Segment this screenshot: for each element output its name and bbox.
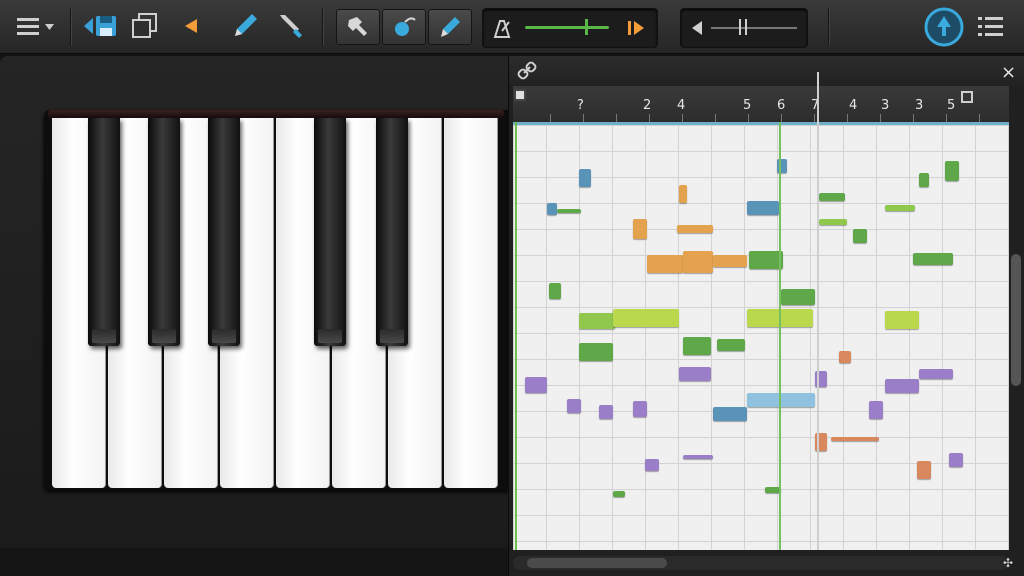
save-icon[interactable] xyxy=(82,10,120,42)
note[interactable] xyxy=(717,339,745,351)
black-key[interactable] xyxy=(148,118,180,346)
marker-icon xyxy=(441,17,460,37)
close-button[interactable]: × xyxy=(1001,62,1016,83)
black-key[interactable] xyxy=(314,118,346,346)
timeline-ruler[interactable]: ? 2 4 5 6 7 4 3 3 5 xyxy=(513,86,1009,122)
black-key[interactable] xyxy=(88,118,120,346)
note[interactable] xyxy=(579,313,615,329)
note[interactable] xyxy=(633,401,647,417)
volume-slider-handle[interactable] xyxy=(739,19,747,35)
toolbar xyxy=(0,0,1024,54)
metronome-icon[interactable] xyxy=(487,12,517,44)
note[interactable] xyxy=(819,219,847,225)
note[interactable] xyxy=(613,491,625,497)
note[interactable] xyxy=(885,379,919,393)
play-end-icon[interactable] xyxy=(621,12,651,44)
horizontal-scrollbar-thumb[interactable] xyxy=(527,558,667,568)
bottom-strip xyxy=(0,548,508,576)
ruler-label: 2 xyxy=(643,98,652,113)
note[interactable] xyxy=(945,161,959,181)
note[interactable] xyxy=(679,367,711,381)
note[interactable] xyxy=(579,343,613,361)
note[interactable] xyxy=(633,219,647,239)
resize-icon[interactable]: ✣ xyxy=(1003,556,1013,570)
note[interactable] xyxy=(579,169,591,187)
loop-start-line xyxy=(515,122,517,550)
note[interactable] xyxy=(547,203,557,215)
note[interactable] xyxy=(747,393,815,407)
note[interactable] xyxy=(913,253,953,265)
note[interactable] xyxy=(599,405,613,419)
note[interactable] xyxy=(853,229,867,243)
white-key[interactable] xyxy=(444,118,498,488)
note[interactable] xyxy=(549,283,561,299)
note[interactable] xyxy=(919,369,953,379)
pen-icon[interactable] xyxy=(230,10,260,42)
horizontal-scrollbar[interactable] xyxy=(513,556,1009,570)
ruler-label: 4 xyxy=(677,98,686,113)
cursor-line xyxy=(779,122,781,550)
tempo-slider-handle[interactable] xyxy=(585,19,588,35)
ruler-label: 4 xyxy=(849,98,858,113)
ruler-label: 5 xyxy=(947,98,956,113)
note[interactable] xyxy=(683,455,713,459)
ruler-label: 3 xyxy=(915,98,924,113)
volume-group xyxy=(680,8,808,48)
link-icon[interactable] xyxy=(517,61,537,85)
note[interactable] xyxy=(885,311,919,329)
note[interactable] xyxy=(781,289,815,305)
note[interactable] xyxy=(831,437,879,441)
note[interactable] xyxy=(557,209,581,213)
duplicate-icon[interactable] xyxy=(130,10,160,42)
volume-icon[interactable] xyxy=(683,12,713,44)
note[interactable] xyxy=(683,251,713,273)
ruler-label: 6 xyxy=(777,98,786,113)
loop-start-marker[interactable] xyxy=(514,89,526,101)
back-arrow-icon[interactable] xyxy=(176,10,206,42)
note[interactable] xyxy=(749,251,783,269)
note[interactable] xyxy=(713,407,747,421)
ruler-label: 5 xyxy=(743,98,752,113)
note[interactable] xyxy=(677,225,713,233)
note[interactable] xyxy=(819,193,845,201)
roll-header: × xyxy=(509,56,1024,86)
tempo-group xyxy=(482,8,658,48)
ruler-label: ? xyxy=(577,98,584,113)
loop-end-marker[interactable] xyxy=(961,91,973,103)
tempo-slider[interactable] xyxy=(525,26,609,29)
black-key[interactable] xyxy=(208,118,240,346)
keyboard-lip xyxy=(48,110,504,118)
bend-icon xyxy=(395,17,416,36)
note[interactable] xyxy=(645,459,659,471)
note[interactable] xyxy=(919,173,929,187)
note[interactable] xyxy=(917,461,931,479)
note[interactable] xyxy=(567,399,581,413)
note[interactable] xyxy=(679,185,687,203)
hammer-icon xyxy=(348,17,367,36)
note[interactable] xyxy=(683,337,711,355)
hammer-button[interactable] xyxy=(336,9,380,45)
vertical-scrollbar-thumb[interactable] xyxy=(1011,254,1021,386)
record-up-icon[interactable] xyxy=(922,5,966,49)
black-key[interactable] xyxy=(376,118,408,346)
note[interactable] xyxy=(647,255,683,273)
note[interactable] xyxy=(839,351,851,363)
brush-icon[interactable] xyxy=(276,10,306,42)
ruler-label: 3 xyxy=(881,98,890,113)
piano-roll-panel: × ? 2 4 5 6 7 4 3 3 5 ✣ xyxy=(508,56,1024,576)
list-icon[interactable] xyxy=(976,10,1006,42)
note[interactable] xyxy=(869,401,883,419)
note[interactable] xyxy=(747,201,779,215)
playhead[interactable] xyxy=(817,72,819,550)
note-grid[interactable] xyxy=(513,122,1009,550)
note[interactable] xyxy=(613,309,679,327)
note[interactable] xyxy=(525,377,547,393)
bend-button[interactable] xyxy=(382,9,426,45)
menu-icon[interactable] xyxy=(14,10,58,42)
note[interactable] xyxy=(885,205,915,211)
note[interactable] xyxy=(713,255,747,267)
marker-button[interactable] xyxy=(428,9,472,45)
volume-slider[interactable] xyxy=(711,27,797,29)
note[interactable] xyxy=(949,453,963,467)
